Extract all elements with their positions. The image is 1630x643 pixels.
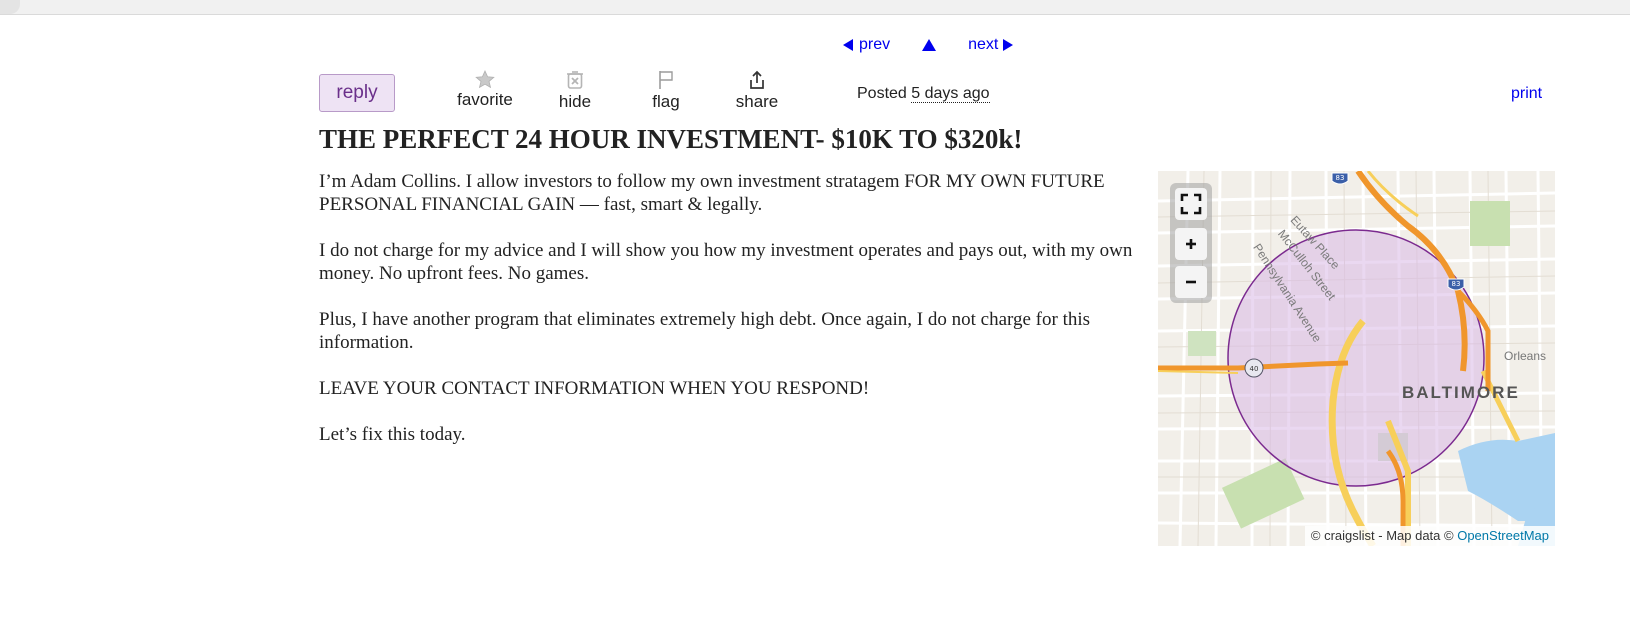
post-navigation: prev next [843, 34, 1014, 56]
map-zoom-in-button[interactable] [1175, 228, 1207, 260]
flag-icon [659, 71, 673, 89]
map-city-label: BALTIMORE [1402, 383, 1520, 402]
reply-label: reply [336, 82, 378, 103]
post-paragraph: I’m Adam Collins. I allow investors to f… [319, 171, 1105, 215]
map-attribution: © craigslist - Map data © OpenStreetMap [1304, 526, 1555, 546]
print-label: print [1511, 85, 1543, 102]
flag-button[interactable]: flag [647, 70, 685, 112]
next-label: next [968, 36, 999, 53]
hide-button[interactable]: hide [555, 70, 595, 112]
highway-shield-83-right: 83 [1452, 280, 1461, 288]
next-link[interactable]: next [968, 36, 1014, 54]
post-title: THE PERFECT 24 HOUR INVESTMENT- $10K TO … [319, 124, 1023, 154]
fullscreen-icon [1180, 193, 1202, 215]
triangle-up-icon [922, 39, 937, 51]
favorite-button[interactable]: favorite [455, 70, 515, 110]
share-icon [750, 70, 764, 89]
posted-prefix: Posted [857, 85, 907, 102]
post-body: I’m Adam Collins. I allow investors to f… [319, 170, 1149, 469]
posted-time: 5 days ago [911, 85, 990, 103]
post-paragraph: Let’s fix this today. [319, 424, 466, 445]
browser-chrome-strip [0, 0, 1630, 15]
map-zoom-out-button[interactable] [1175, 266, 1207, 298]
prev-link[interactable]: prev [843, 36, 890, 54]
post-paragraph: LEAVE YOUR CONTACT INFORMATION WHEN YOU … [319, 378, 870, 399]
triangle-left-icon [843, 39, 853, 51]
flag-label: flag [652, 92, 680, 111]
map-attribution-text: © craigslist - Map data © [1310, 528, 1454, 543]
reply-button[interactable]: reply [319, 74, 395, 112]
favorite-label: favorite [457, 90, 513, 109]
share-label: share [735, 92, 779, 111]
map-fullscreen-button[interactable] [1175, 188, 1207, 220]
openstreetmap-link[interactable]: OpenStreetMap [1457, 528, 1549, 543]
print-link[interactable]: print [1511, 85, 1542, 103]
highway-shield-40: 40 [1250, 365, 1259, 373]
minus-icon [1186, 280, 1196, 284]
up-link[interactable] [922, 39, 937, 51]
star-icon [475, 70, 495, 88]
hide-label: hide [558, 92, 592, 111]
map-area-label: Orleans [1504, 349, 1547, 363]
highway-shield-83-top: 83 [1336, 174, 1345, 182]
posted-date: Posted 5 days ago [857, 85, 990, 103]
share-button[interactable]: share [733, 70, 781, 112]
location-map[interactable]: 83 83 40 Eutaw Place McCulloh Street Pen… [1158, 171, 1555, 546]
browser-tab-edge [0, 0, 20, 14]
plus-icon [1186, 239, 1196, 249]
post-paragraph: Plus, I have another program that elimin… [319, 309, 1091, 353]
post-paragraph: I do not charge for my advice and I will… [319, 240, 1133, 284]
trash-x-icon [567, 71, 583, 89]
map-tiles: 83 83 40 [1158, 171, 1555, 546]
triangle-right-icon [1003, 39, 1014, 51]
prev-label: prev [859, 36, 891, 53]
map-controls [1170, 183, 1212, 303]
